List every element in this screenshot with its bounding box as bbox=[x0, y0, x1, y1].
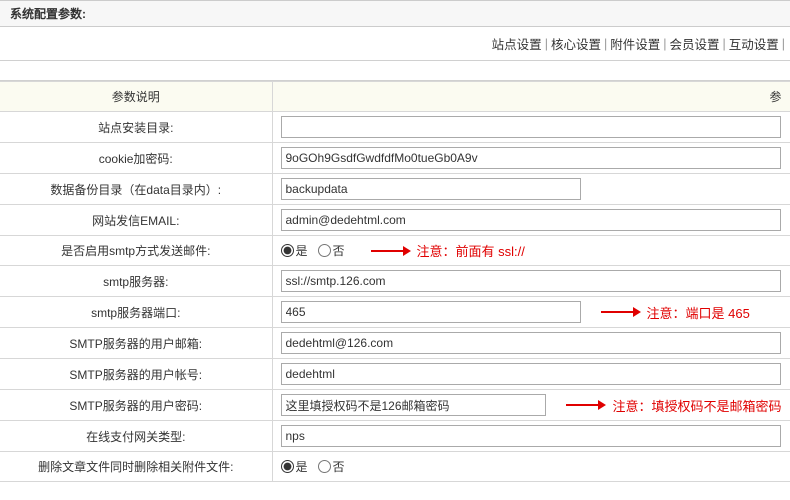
tab-bar: 站点设置| 核心设置| 附件设置| 会员设置| 互动设置| bbox=[0, 27, 790, 61]
table-row: 在线支付网关类型: bbox=[0, 421, 790, 452]
col-header-label: 参数说明 bbox=[0, 82, 272, 112]
row-label: cookie加密码: bbox=[0, 143, 272, 174]
row-label: 是否启用smtp方式发送邮件: bbox=[0, 236, 272, 266]
row-label: smtp服务器: bbox=[0, 266, 272, 297]
radio-input[interactable] bbox=[318, 244, 331, 257]
row-value bbox=[272, 266, 790, 297]
row-label: 删除文章文件同时删除相关附件文件: bbox=[0, 452, 272, 482]
table-row: SMTP服务器的用户密码: 注意：填授权码不是邮箱密码 bbox=[0, 390, 790, 421]
row-value bbox=[272, 174, 790, 205]
annotation-text: 注意：填授权码不是邮箱密码 bbox=[612, 396, 781, 415]
text-input[interactable] bbox=[281, 363, 781, 385]
table-row: smtp服务器端口: 注意：端口是 465 bbox=[0, 297, 790, 328]
radio-option[interactable]: 是 bbox=[281, 242, 308, 259]
page-title-bar: 系统配置参数: bbox=[0, 0, 790, 27]
page-title: 系统配置参数: bbox=[10, 5, 86, 22]
annotation-text: 注意：前面有 ssl:// bbox=[417, 241, 525, 260]
table-row: 数据备份目录（在data目录内）: bbox=[0, 174, 790, 205]
row-value: 是否注意：前面有 ssl:// bbox=[272, 236, 790, 266]
annotation-note: 注意：填授权码不是邮箱密码 bbox=[566, 396, 781, 415]
text-input[interactable] bbox=[281, 147, 781, 169]
col-header-value: 参 bbox=[272, 82, 790, 112]
text-input[interactable] bbox=[281, 270, 781, 292]
text-input[interactable] bbox=[281, 332, 781, 354]
table-row: smtp服务器: bbox=[0, 266, 790, 297]
table-row: SMTP服务器的用户邮箱: bbox=[0, 328, 790, 359]
table-row: 网站发信EMAIL: bbox=[0, 205, 790, 236]
table-row: 是否启用smtp方式发送邮件:是否注意：前面有 ssl:// bbox=[0, 236, 790, 266]
annotation-text: 注意：端口是 465 bbox=[647, 303, 750, 322]
tab-divider: | bbox=[604, 37, 607, 51]
radio-label: 是 bbox=[296, 242, 308, 259]
table-row: SMTP服务器的用户帐号: bbox=[0, 359, 790, 390]
tab-divider: | bbox=[663, 37, 666, 51]
row-label: smtp服务器端口: bbox=[0, 297, 272, 328]
row-label: 网站发信EMAIL: bbox=[0, 205, 272, 236]
radio-group: 是否 bbox=[281, 242, 351, 259]
text-input[interactable] bbox=[281, 394, 547, 416]
tab-divider: | bbox=[545, 37, 548, 51]
tab-divider: | bbox=[722, 37, 725, 51]
row-label: SMTP服务器的用户邮箱: bbox=[0, 328, 272, 359]
arrow-icon bbox=[601, 308, 641, 316]
table-row: 站点安装目录: bbox=[0, 112, 790, 143]
row-label: SMTP服务器的用户密码: bbox=[0, 390, 272, 421]
arrow-icon bbox=[566, 401, 606, 409]
arrow-icon bbox=[371, 247, 411, 255]
row-value: 注意：填授权码不是邮箱密码 bbox=[272, 390, 790, 421]
text-input[interactable] bbox=[281, 209, 781, 231]
annotation-note: 注意：端口是 465 bbox=[601, 303, 750, 322]
radio-group: 是否 bbox=[281, 458, 351, 475]
tab-divider: | bbox=[782, 37, 785, 51]
tab-attach[interactable]: 附件设置 bbox=[610, 34, 660, 53]
row-value bbox=[272, 421, 790, 452]
radio-input[interactable] bbox=[281, 244, 294, 257]
radio-input[interactable] bbox=[281, 460, 294, 473]
text-input[interactable] bbox=[281, 178, 581, 200]
table-header-row: 参数说明 参 bbox=[0, 82, 790, 112]
row-value bbox=[272, 112, 790, 143]
row-value bbox=[272, 359, 790, 390]
row-value: 注意：端口是 465 bbox=[272, 297, 790, 328]
radio-label: 否 bbox=[333, 242, 345, 259]
tab-core[interactable]: 核心设置 bbox=[551, 34, 601, 53]
text-input[interactable] bbox=[281, 301, 581, 323]
table-row: cookie加密码: bbox=[0, 143, 790, 174]
text-input[interactable] bbox=[281, 425, 781, 447]
radio-label: 否 bbox=[333, 458, 345, 475]
row-label: SMTP服务器的用户帐号: bbox=[0, 359, 272, 390]
tab-interact[interactable]: 互动设置 bbox=[729, 34, 779, 53]
tab-member[interactable]: 会员设置 bbox=[669, 34, 719, 53]
row-value bbox=[272, 328, 790, 359]
tab-site[interactable]: 站点设置 bbox=[492, 34, 542, 53]
row-value bbox=[272, 205, 790, 236]
row-label: 数据备份目录（在data目录内）: bbox=[0, 174, 272, 205]
radio-option[interactable]: 否 bbox=[318, 458, 345, 475]
row-label: 在线支付网关类型: bbox=[0, 421, 272, 452]
annotation-note: 注意：前面有 ssl:// bbox=[371, 241, 525, 260]
row-label: 站点安装目录: bbox=[0, 112, 272, 143]
row-value bbox=[272, 143, 790, 174]
spacer-bar bbox=[0, 61, 790, 81]
radio-input[interactable] bbox=[318, 460, 331, 473]
radio-option[interactable]: 是 bbox=[281, 458, 308, 475]
row-value: 是否 bbox=[272, 452, 790, 482]
text-input[interactable] bbox=[281, 116, 781, 138]
table-row: 删除文章文件同时删除相关附件文件:是否 bbox=[0, 452, 790, 482]
radio-option[interactable]: 否 bbox=[318, 242, 345, 259]
radio-label: 是 bbox=[296, 458, 308, 475]
config-table: 参数说明 参 站点安装目录:cookie加密码:数据备份目录（在data目录内）… bbox=[0, 81, 790, 482]
